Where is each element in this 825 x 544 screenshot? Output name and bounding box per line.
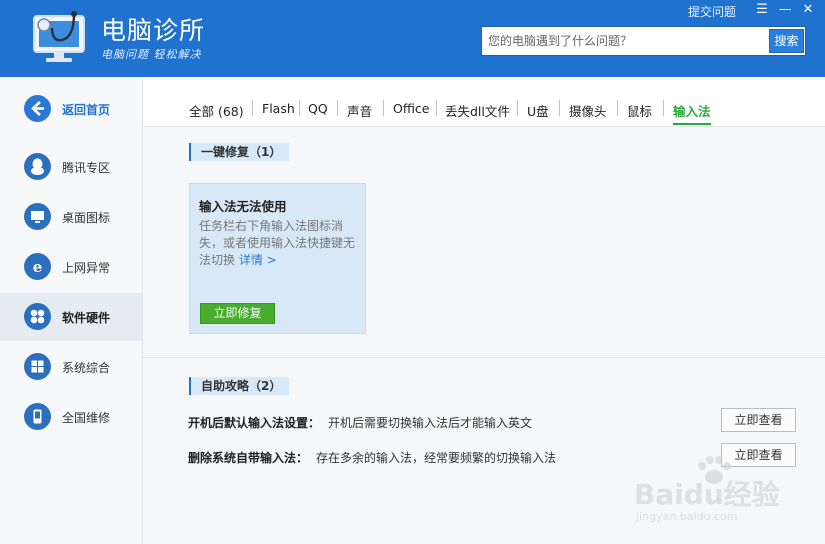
tab-divider <box>663 100 664 116</box>
tab-mouse[interactable]: 鼠标 <box>627 101 652 125</box>
phone-icon <box>24 403 51 430</box>
sidebar-item-label: 腾讯专区 <box>62 161 111 175</box>
app-header: 电脑诊所 电脑问题 轻松解决 提交问题 ☰ — ✕ 搜索 <box>0 0 825 77</box>
app-title: 电脑诊所 <box>101 16 206 45</box>
sidebar-item-label: 上网异常 <box>62 261 111 275</box>
sidebar-item-system[interactable]: 系统综合 <box>0 343 142 391</box>
tab-divider <box>299 100 300 116</box>
tab-sound[interactable]: 声音 <box>347 101 372 125</box>
view-now-button[interactable]: 立即查看 <box>721 408 796 432</box>
tab-input-method[interactable]: 输入法 <box>673 101 711 125</box>
guide-title: 删除系统自带输入法： <box>188 451 309 465</box>
sidebar-item-label: 软件硬件 <box>62 311 111 325</box>
sidebar-item-tencent[interactable]: 腾讯专区 <box>0 143 142 191</box>
guide-item: 删除系统自带输入法： 存在多余的输入法，经常要频繁的切换输入法 <box>188 449 556 466</box>
search-button[interactable]: 搜索 <box>769 29 804 53</box>
guide-desc: 存在多余的输入法，经常要频繁的切换输入法 <box>316 451 557 465</box>
sidebar-item-label: 返回首页 <box>62 103 111 117</box>
hardware-icon <box>24 303 51 330</box>
tab-divider <box>559 100 560 116</box>
close-icon[interactable]: ✕ <box>800 3 816 17</box>
guide-item: 开机后默认输入法设置： 开机后需要切换输入法后才能输入英文 <box>188 414 532 431</box>
menu-icon[interactable]: ☰ <box>754 3 770 17</box>
tab-usb[interactable]: U盘 <box>527 101 549 125</box>
app-logo <box>30 10 92 66</box>
fix-card: 输入法无法使用 任务栏右下角输入法图标消失，或者使用输入法快捷键无法切换 详情 … <box>189 183 366 334</box>
category-tabs: 全部 (68) Flash QQ 声音 Office 丢失dll文件 U盘 摄像… <box>143 77 825 127</box>
svg-text:e: e <box>33 258 43 276</box>
fix-card-desc-text: 任务栏右下角输入法图标消失，或者使用输入法快捷键无法切换 <box>199 219 356 267</box>
sidebar-item-desktop-icons[interactable]: 桌面图标 <box>0 193 142 241</box>
monitor-icon <box>24 203 51 230</box>
tab-dll[interactable]: 丢失dll文件 <box>445 101 510 125</box>
submit-question-link[interactable]: 提交问题 <box>688 3 736 20</box>
tab-divider <box>517 100 518 116</box>
sidebar-item-label: 系统综合 <box>62 361 111 375</box>
guide-title: 开机后默认输入法设置： <box>188 416 321 430</box>
search-input[interactable] <box>482 27 766 55</box>
tab-camera[interactable]: 摄像头 <box>569 101 607 125</box>
tab-flash[interactable]: Flash <box>262 101 295 125</box>
watermark-url: jingyan.baidu.com <box>636 510 738 523</box>
tab-divider <box>617 100 618 116</box>
tab-divider <box>436 100 437 116</box>
sidebar-item-internet[interactable]: e 上网异常 <box>0 243 142 291</box>
monitor-stethoscope-icon <box>33 11 85 62</box>
section-divider <box>143 357 825 358</box>
fix-card-desc: 任务栏右下角输入法图标消失，或者使用输入法快捷键无法切换 详情 > <box>199 218 361 269</box>
quick-fix-heading: 一键修复（1） <box>189 143 290 161</box>
search-box: 搜索 <box>481 26 806 56</box>
tab-divider <box>252 100 253 116</box>
baidu-watermark: Baidu经验 jingyan.baidu.com <box>632 455 802 533</box>
guide-desc: 开机后需要切换输入法后才能输入英文 <box>328 416 533 430</box>
tab-divider <box>383 100 384 116</box>
watermark-text: Baidu经验 <box>634 478 780 511</box>
sidebar-item-repair[interactable]: 全国维修 <box>0 393 142 441</box>
sidebar-item-label: 全国维修 <box>62 411 111 425</box>
ie-browser-icon: e <box>24 253 51 280</box>
tab-office[interactable]: Office <box>393 101 430 125</box>
app-slogan: 电脑问题 轻松解决 <box>101 48 202 61</box>
fix-card-title: 输入法无法使用 <box>199 199 287 214</box>
tab-divider <box>337 100 338 116</box>
guides-heading: 自助攻略（2） <box>189 377 290 395</box>
tab-all[interactable]: 全部 (68) <box>189 101 244 125</box>
sidebar: 返回首页 腾讯专区 桌面图标 e 上网异常 软件硬件 系统综合 全国维修 <box>0 77 143 544</box>
sidebar-item-home[interactable]: 返回首页 <box>0 85 142 133</box>
details-link[interactable]: 详情 > <box>239 253 277 267</box>
back-arrow-icon <box>24 95 51 122</box>
sidebar-item-label: 桌面图标 <box>62 211 111 225</box>
fix-now-button[interactable]: 立即修复 <box>200 303 275 324</box>
qq-penguin-icon <box>24 153 51 180</box>
minimize-icon[interactable]: — <box>777 3 793 17</box>
tab-qq[interactable]: QQ <box>308 101 328 125</box>
sidebar-item-hardware[interactable]: 软件硬件 <box>0 293 142 341</box>
windows-logo-icon <box>24 353 51 380</box>
